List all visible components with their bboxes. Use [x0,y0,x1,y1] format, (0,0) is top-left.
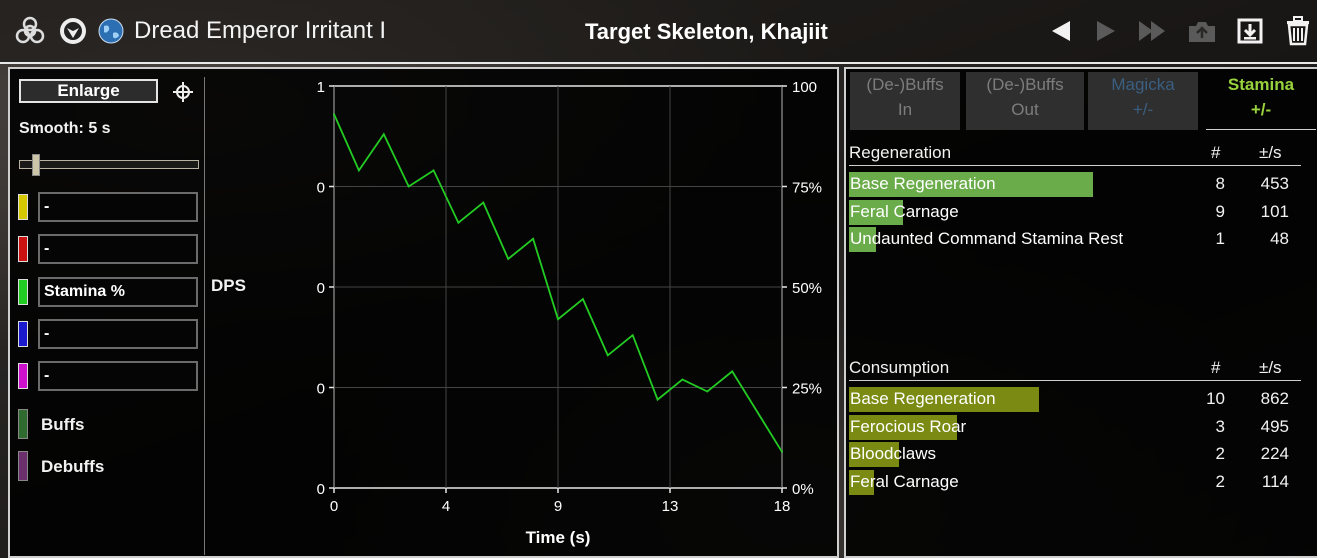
y-left-tick-label: 0 [317,180,325,197]
row-rate: 48 [1270,229,1289,248]
count-column-header: # [1211,358,1221,377]
tab-label: Out [1011,100,1039,119]
tab-label: +/- [1132,100,1154,119]
table-row[interactable]: Bloodclaws 2 224 [849,440,1301,467]
row-count: 2 [1215,471,1225,491]
row-name: Feral Carnage [850,201,959,221]
count-column-header: # [1211,143,1221,162]
consumption-title: Consumption [849,358,950,377]
row-rate: 862 [1260,389,1289,408]
regeneration-header: Regeneration # ±/s [849,139,1301,166]
data-point [681,378,684,381]
globe-icon [96,16,126,46]
data-point [532,237,535,240]
x-tick-label: 0 [330,498,338,515]
regeneration-title: Regeneration [849,143,952,162]
data-point [457,221,460,224]
data-point [557,318,559,321]
data-point [482,201,485,204]
tab-label: (De-)Buffs [986,75,1064,94]
class-emblem-icon [58,16,88,46]
data-point [731,370,734,373]
graph-panel: Enlarge Smooth: 5 s - - Stamina % - - Bu… [8,67,839,558]
data-point [333,113,335,116]
y-right-tick-label: 100 [792,79,817,96]
save-icon[interactable] [1186,15,1218,47]
data-point [656,398,659,401]
rate-column-header: ±/s [1259,358,1282,377]
tab-label: In [897,100,913,119]
title-bar: Dread Emperor Irritant I Target Skeleton… [0,0,1317,62]
import-icon[interactable] [1234,15,1266,47]
next-fight-icon[interactable] [1090,15,1122,47]
stamina-chart[interactable]: 0 4 9 13 18 1 100 0 75% 0 50% 0 25% 0 0% Time (s) [10,69,837,556]
rate-column-header: ±/s [1259,143,1282,162]
tab-stamina[interactable]: Stamina +/- [1206,72,1316,130]
row-rate: 224 [1260,444,1289,463]
x-tick-label: 18 [774,498,791,515]
tab-label: +/- [1250,100,1272,119]
row-name: Base Regeneration [850,174,996,193]
table-row[interactable]: Feral Carnage 2 114 [849,468,1301,495]
previous-fight-icon[interactable] [1045,15,1077,47]
data-point [507,257,510,260]
biohazard-icon [15,16,45,46]
row-name: Bloodclaws [850,444,936,463]
data-point [382,133,385,136]
row-rate: 453 [1260,174,1289,193]
row-count: 3 [1215,416,1225,436]
table-row[interactable]: Ferocious Roar 3 495 [849,413,1301,440]
last-fight-icon[interactable] [1137,15,1169,47]
stats-panel: (De-)Buffs In (De-)Buffs Out Magicka +/-… [844,67,1317,558]
character-name: Dread Emperor Irritant I [134,17,387,44]
y-left-tick-label: 0 [317,280,325,297]
row-count: 10 [1206,389,1225,408]
y-right-tick-label: 25% [792,381,822,398]
y-right-tick-label: 0% [792,481,814,498]
tab-label: Stamina [1227,75,1295,94]
row-rate: 495 [1260,416,1289,436]
data-point [357,169,360,172]
row-count: 1 [1215,229,1225,248]
row-name: Base Regeneration [850,389,996,408]
row-count: 9 [1215,201,1225,221]
data-point [781,450,783,453]
data-point [581,298,584,300]
row-count: 8 [1215,174,1225,193]
data-point [631,334,634,337]
tab-buffs-in[interactable]: (De-)Buffs In [850,72,960,130]
trash-icon[interactable] [1282,15,1314,47]
data-point [432,169,435,172]
row-name: Feral Carnage [850,471,959,491]
tab-magicka[interactable]: Magicka +/- [1088,72,1198,130]
tab-buffs-out[interactable]: (De-)Buffs Out [966,72,1084,130]
data-point [706,390,709,393]
y-left-tick-label: 0 [317,381,325,398]
y-right-tick-label: 50% [792,280,822,297]
target-name: Target Skeleton, Khajiit [585,19,828,44]
x-axis-label: Time (s) [526,528,591,547]
y-right-tick-label: 75% [792,180,822,197]
row-rate: 114 [1261,471,1289,491]
tab-label: (De-)Buffs [866,75,944,94]
y-left-tick-label: 0 [317,481,325,498]
x-tick-label: 4 [442,498,450,515]
x-tick-label: 9 [554,498,562,515]
table-row[interactable]: Base Regeneration 8 453 [849,170,1301,197]
row-name: Ferocious Roar [850,416,967,436]
x-tick-label: 13 [662,498,679,515]
table-row[interactable]: Base Regeneration 10 862 [849,385,1301,412]
tab-label: Magicka [1111,75,1175,94]
row-name: Undaunted Command Stamina Rest [850,229,1124,248]
consumption-header: Consumption # ±/s [849,354,1301,381]
table-row[interactable]: Undaunted Command Stamina Rest 1 48 [849,225,1301,252]
row-rate: 101 [1260,201,1289,221]
title-separator [0,62,1317,64]
table-row[interactable]: Feral Carnage 9 101 [849,198,1301,225]
data-point [407,185,410,188]
data-point [606,354,609,357]
row-count: 2 [1215,444,1225,463]
y-left-tick-label: 1 [317,79,325,96]
